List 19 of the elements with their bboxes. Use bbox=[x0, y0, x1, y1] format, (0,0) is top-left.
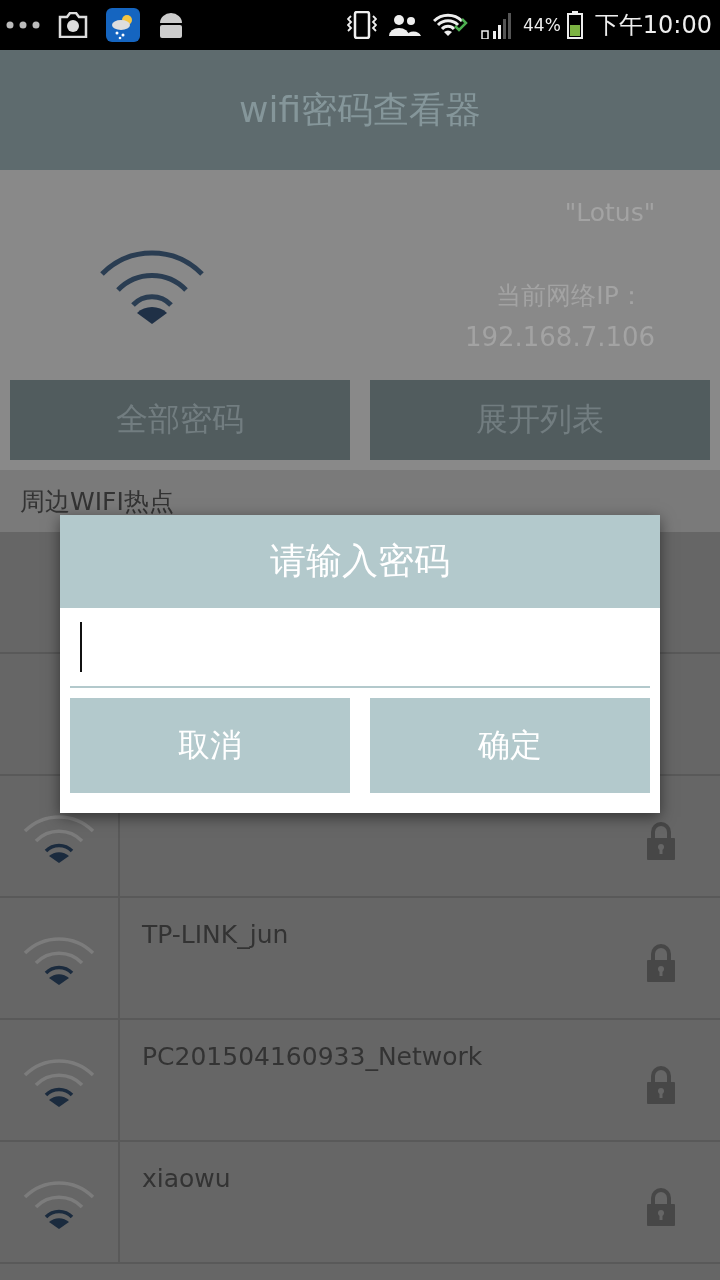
section-title: 周边WIFI热点 bbox=[20, 486, 174, 518]
text-cursor bbox=[80, 622, 82, 672]
dialog-title: 请输入密码 bbox=[270, 539, 450, 583]
more-icon bbox=[6, 21, 40, 29]
wifi-signal-icon bbox=[23, 1057, 95, 1109]
dialog-button[interactable]: 取消 bbox=[70, 698, 350, 793]
signal-icon bbox=[481, 11, 512, 39]
wifi-signal-icon bbox=[23, 935, 95, 987]
dialog-button[interactable]: 确定 bbox=[370, 698, 650, 793]
wifi-signal-icon bbox=[23, 813, 95, 865]
camera-icon bbox=[58, 12, 88, 38]
contacts-icon bbox=[389, 14, 422, 36]
battery-percent: 44% bbox=[523, 15, 561, 35]
wifi-icon bbox=[433, 13, 470, 37]
wifi-signal-icon bbox=[23, 1179, 95, 1231]
clock: 下午10:00 bbox=[594, 10, 712, 41]
battery-icon bbox=[566, 11, 583, 39]
weather-icon bbox=[106, 8, 140, 42]
vibrate-icon bbox=[347, 11, 378, 39]
